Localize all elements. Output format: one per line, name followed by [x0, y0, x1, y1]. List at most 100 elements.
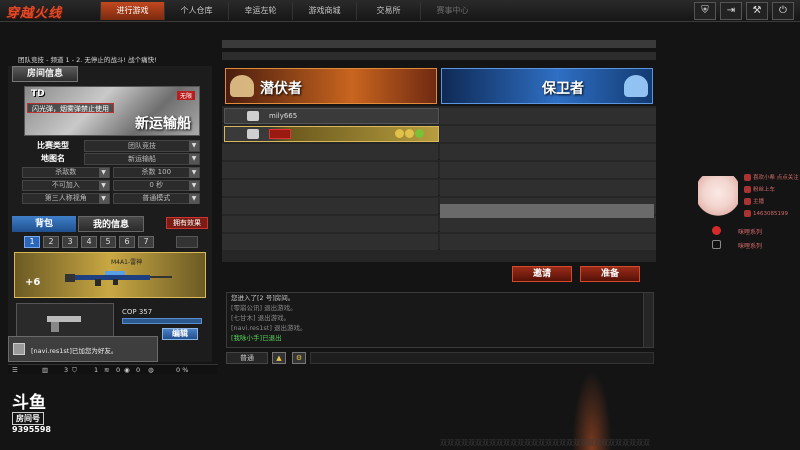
menu-icon[interactable]: ☰	[12, 366, 18, 374]
tab-lucky-wheel[interactable]: 幸运左轮	[228, 2, 292, 20]
invite-button[interactable]: 邀请	[512, 266, 572, 282]
social-line: 喜欢小希 点点关注	[744, 172, 800, 184]
exit-icon[interactable]: ⇥	[720, 2, 742, 20]
avatar	[247, 129, 259, 139]
weibo-text: 咪哩系列	[738, 229, 763, 236]
map-name-select[interactable]: 新运输船 ▼	[84, 153, 200, 165]
enhance-level: +6	[25, 277, 41, 288]
option-value: 普通模式	[142, 194, 171, 202]
empty-slot[interactable]	[440, 162, 656, 178]
view-mode-select[interactable]: 第三人称视角 ▼	[22, 193, 110, 204]
team-banner-red[interactable]: 潜伏者	[225, 68, 437, 104]
tab-shop[interactable]: 游戏商城	[292, 2, 356, 20]
chevron-down-icon: ▼	[98, 194, 109, 204]
player-slot[interactable]: mily665	[224, 108, 439, 124]
empty-slot[interactable]	[440, 144, 656, 160]
loadout-slots: 1 2 3 4 5 6 7	[24, 236, 157, 248]
player-slot-row	[222, 144, 656, 160]
chat-scrollbar[interactable]	[643, 293, 653, 347]
slot-button[interactable]: 3	[62, 236, 78, 248]
level-value: 3	[64, 366, 69, 374]
join-setting-select[interactable]: 不可加入 ▼	[22, 180, 110, 191]
empty-slot[interactable]	[222, 144, 438, 160]
hovered-slot[interactable]	[440, 204, 654, 218]
slot-button[interactable]: 1	[24, 236, 40, 248]
room-header	[222, 40, 656, 60]
count-value: 0	[136, 366, 141, 374]
social-text: 喜欢小希 点点关注	[753, 175, 799, 181]
difficulty-select[interactable]: 普通模式 ▼	[112, 193, 200, 204]
option-row: 不可加入 ▼ 0 秒 ▼	[22, 180, 200, 191]
tab-exchange[interactable]: 交易所	[356, 2, 420, 20]
chat-channel-select[interactable]: 普通	[226, 352, 268, 364]
edit-button[interactable]: 编辑	[162, 328, 198, 340]
shield-icon[interactable]: ⛨	[694, 2, 716, 20]
slot-button[interactable]: 2	[43, 236, 59, 248]
tab-warehouse[interactable]: 个人仓库	[164, 2, 228, 20]
star-icon	[744, 198, 751, 205]
chat-input[interactable]	[310, 352, 654, 364]
game-mode-label: TD	[31, 89, 45, 99]
map-banner: TD 闪光弹，烟雾弹禁止使用 无限 新运输船	[24, 86, 200, 136]
chevron-down-icon: ▼	[189, 181, 199, 191]
empty-slot[interactable]	[222, 180, 438, 196]
team-name: 潜伏者	[260, 81, 302, 97]
match-type-value: 团队竞技	[128, 142, 156, 150]
power-icon[interactable]: ⏻	[772, 2, 794, 20]
team-emblem-icon	[624, 75, 648, 97]
empty-slot[interactable]	[440, 234, 656, 250]
tab-play[interactable]: 进行游戏	[100, 2, 164, 20]
room-info-tab[interactable]: 房间信息	[12, 66, 78, 82]
settings-icon[interactable]: ⚙	[292, 352, 306, 364]
empty-slot[interactable]	[440, 108, 656, 124]
pistol-name: COP 357	[122, 308, 153, 316]
win-condition-select[interactable]: 杀敌数 ▼	[22, 167, 110, 178]
tab-my-info[interactable]: 我的信息	[78, 216, 144, 232]
effects-button[interactable]: 拥有效果	[166, 217, 208, 229]
empty-slot[interactable]	[222, 162, 438, 178]
kill-limit-select[interactable]: 杀数 100 ▼	[112, 167, 200, 178]
secondary-weapon-card[interactable]	[16, 303, 114, 337]
tab-backpack[interactable]: 背包	[12, 216, 76, 232]
player-status-icons	[394, 129, 434, 139]
empty-slot[interactable]	[222, 216, 438, 232]
slot-button[interactable]: 7	[138, 236, 154, 248]
empty-slot[interactable]	[440, 180, 656, 196]
empty-slot[interactable]	[222, 198, 438, 214]
chevron-down-icon: ▼	[98, 168, 109, 178]
player-rank-badge	[269, 129, 291, 139]
team-banner-blue[interactable]: 保卫者	[441, 68, 653, 104]
empty-slot[interactable]	[222, 234, 438, 250]
chat-line: [navi.res1st] 退出游戏。	[231, 324, 307, 332]
friend-notification[interactable]: [navi.res1st]已加您为好友。	[8, 336, 158, 362]
primary-weapon-card[interactable]: +6 M4A1-雷神	[14, 252, 206, 298]
tab-events[interactable]: 赛事中心	[420, 2, 484, 20]
wrench-icon[interactable]: ⚒	[746, 2, 768, 20]
room-number: 9395598	[12, 425, 51, 434]
room-number-label: 房间号	[12, 412, 44, 425]
option-value: 0 秒	[149, 181, 164, 189]
option-value: 杀敌数	[55, 168, 77, 176]
chevron-down-icon: ▼	[189, 194, 199, 204]
slot-button[interactable]: 4	[81, 236, 97, 248]
chevron-down-icon: ▼	[189, 168, 199, 178]
top-icon-group: ⛨ ⇥ ⚒ ⏻	[690, 2, 794, 20]
option-row: 第三人称视角 ▼ 普通模式 ▼	[22, 193, 200, 204]
player-slot-row	[222, 126, 656, 142]
empty-slot[interactable]	[440, 126, 656, 142]
match-type-select[interactable]: 团队竞技 ▼	[84, 140, 200, 152]
player-slot-row	[222, 162, 656, 178]
empty-slot[interactable]	[440, 216, 656, 232]
mic-icon: ◉	[124, 366, 130, 374]
ready-button[interactable]: 准备	[580, 266, 640, 282]
slot-button[interactable]: 6	[119, 236, 135, 248]
slot-button[interactable]: 5	[100, 236, 116, 248]
social-line: 1463085199	[744, 208, 800, 220]
slot-scroll-control[interactable]	[176, 236, 198, 248]
player-slot-row	[222, 234, 656, 250]
top-bar: 穿越火线 进行游戏 个人仓库 幸运左轮 游戏商城 交易所 赛事中心 ⛨ ⇥ ⚒ …	[0, 0, 800, 22]
respawn-time-select[interactable]: 0 秒 ▼	[112, 180, 200, 191]
status-bar: ☰ ▥ 3 ⛉ 1 ≋ 0 ◉ 0 ◍ 0 %	[8, 364, 218, 374]
player-slot[interactable]	[224, 126, 439, 142]
chevron-up-icon[interactable]: ▲	[272, 352, 286, 364]
